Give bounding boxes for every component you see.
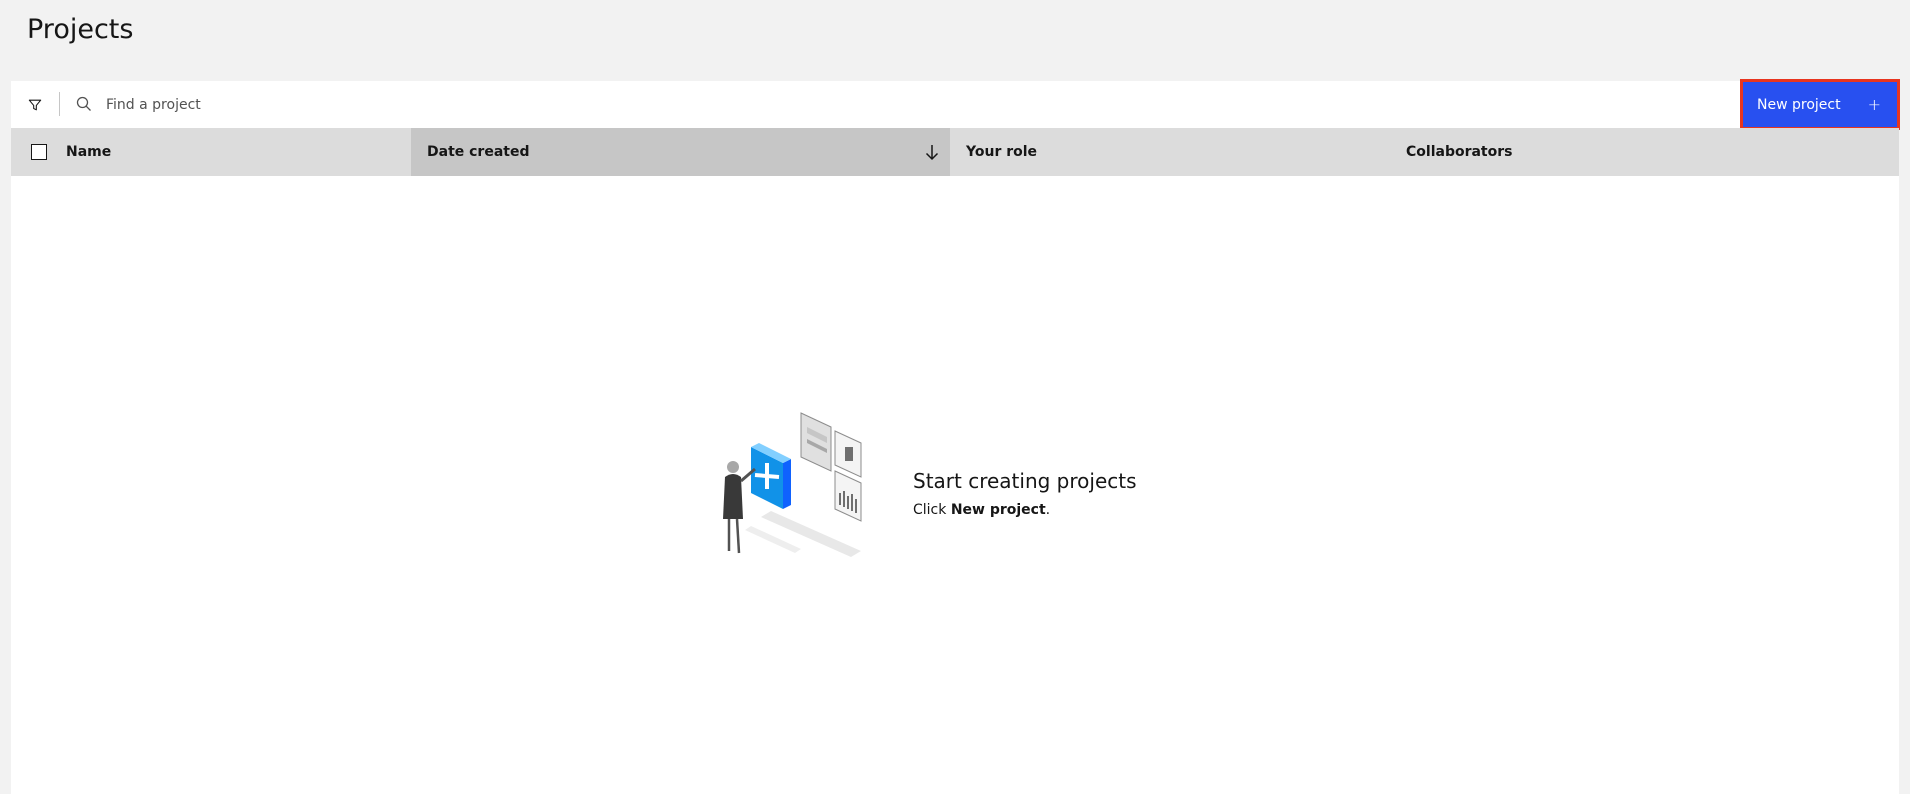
sort-descending-icon: [925, 145, 939, 161]
empty-state-subtitle: Click New project.: [913, 502, 1050, 518]
toolbar-divider: [59, 92, 60, 116]
select-all-cell: [11, 128, 66, 176]
new-project-button[interactable]: New project +: [1740, 79, 1900, 130]
column-header-your-role[interactable]: Your role: [950, 128, 1390, 176]
column-header-name[interactable]: Name: [66, 128, 421, 176]
empty-state-subtitle-prefix: Click: [913, 502, 951, 518]
search-icon: [76, 96, 91, 111]
plus-icon: +: [1867, 94, 1881, 114]
select-all-checkbox[interactable]: [30, 144, 47, 160]
table-toolbar: New project +: [11, 79, 1900, 130]
empty-projects-illustration: [723, 412, 862, 557]
empty-state: Start creating projects Click New projec…: [711, 411, 1211, 561]
column-header-date-created[interactable]: Date created: [411, 128, 950, 176]
empty-state-subtitle-suffix: .: [1045, 502, 1051, 518]
page-header: Projects: [0, 0, 1910, 81]
filter-icon: [28, 99, 41, 110]
projects-panel: New project + Name Date created Your rol…: [11, 79, 1900, 794]
empty-state-title: Start creating projects: [913, 469, 1137, 493]
page-title: Projects: [27, 14, 134, 45]
column-label: Name: [66, 144, 112, 160]
table-header: Name Date created Your role Collaborator…: [11, 128, 1899, 176]
column-header-collaborators[interactable]: Collaborators: [1390, 128, 1899, 176]
search-input[interactable]: [106, 88, 1106, 122]
filter-button[interactable]: [11, 81, 58, 128]
empty-state-subtitle-bold: New project: [950, 502, 1046, 518]
column-label: Collaborators: [1406, 144, 1513, 160]
new-project-label: New project: [1757, 96, 1841, 113]
column-label: Your role: [966, 144, 1038, 160]
column-label: Date created: [427, 144, 530, 160]
